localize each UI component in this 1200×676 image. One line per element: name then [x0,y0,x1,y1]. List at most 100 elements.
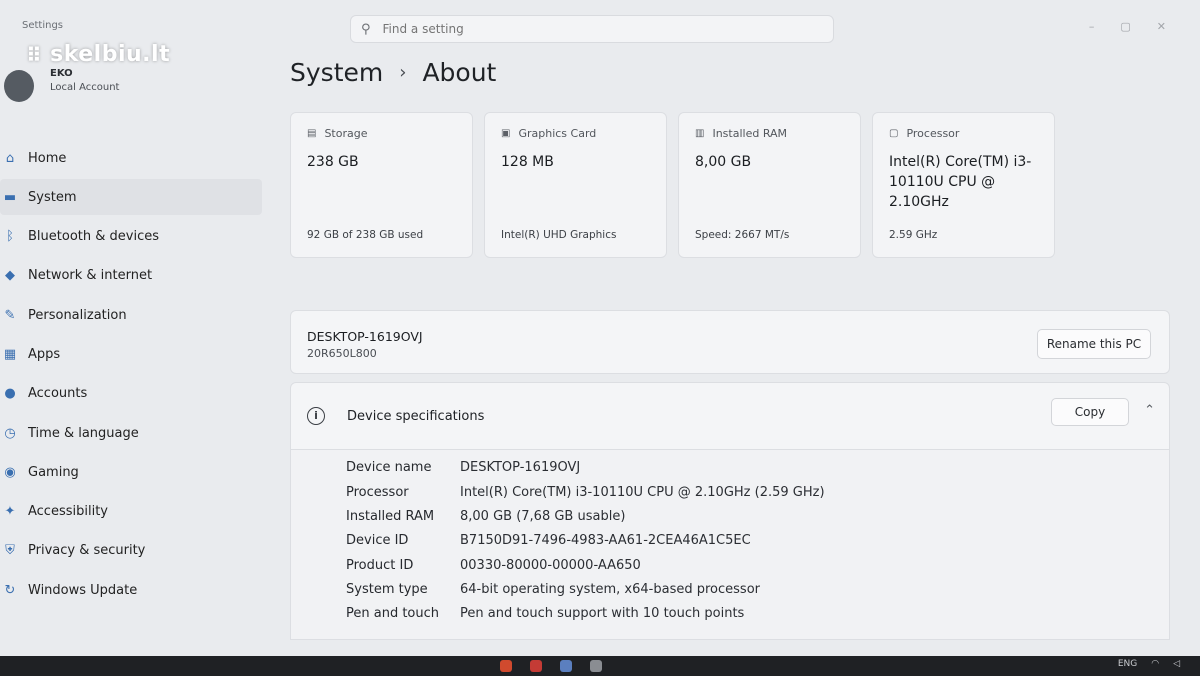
breadcrumb: System › About [290,58,496,87]
watermark-dots-icon: ⠿ [26,42,43,67]
search-icon: ⚲ [361,21,371,37]
card-label: Storage [324,127,368,140]
hardware-cards: ▤ Storage 238 GB 92 GB of 238 GB used ▣ Gr… [290,112,1055,258]
sidebar-item-network[interactable]: ◆ Network & internet [0,258,262,294]
system-tray: ENG ◠ ◁ [1118,659,1180,669]
sidebar-item-label: Windows Update [28,582,138,598]
pc-name-panel: DESKTOP-1619OVJ 20R650L800 Rename this P… [290,310,1170,374]
spec-value: DESKTOP-1619OVJ [460,460,581,475]
copy-button[interactable]: Copy [1051,398,1129,426]
sidebar-item-label: Privacy & security [28,543,146,559]
chevron-up-icon[interactable]: ⌃ [1144,403,1155,418]
spec-key: Processor [346,485,409,500]
sidebar-item-personalization[interactable]: ✎ Personalization [0,297,262,333]
device-specifications-header[interactable]: i Device specifications Copy ⌃ [290,382,1170,450]
pc-model: 20R650L800 [307,347,377,360]
taskbar-app-icon[interactable] [500,660,512,672]
taskbar-app-icon[interactable] [560,660,572,672]
sidebar-item-windows-update[interactable]: ↻ Windows Update [0,572,262,608]
spec-row: Pen and touch Pen and touch support with… [346,606,744,621]
sidebar-item-label: Time & language [28,425,139,441]
taskbar-apps [500,660,602,672]
rename-pc-button[interactable]: Rename this PC [1037,329,1151,359]
spec-row: Processor Intel(R) Core(TM) i3-10110U CP… [346,485,825,500]
card-detail: Speed: 2667 MT/s [695,229,790,241]
sidebar-item-accessibility[interactable]: ✦ Accessibility [0,494,262,530]
sidebar-item-gaming[interactable]: ◉ Gaming [0,454,262,490]
ram-card[interactable]: ▥ Installed RAM 8,00 GB Speed: 2667 MT/s [678,112,861,258]
search-box[interactable]: ⚲ [350,15,834,43]
watermark-logo: ⠿ skelbiu.lt [26,42,170,67]
storage-card[interactable]: ▤ Storage 238 GB 92 GB of 238 GB used [290,112,473,258]
update-icon: ↻ [4,582,16,598]
info-icon: i [307,407,325,425]
sidebar-item-system[interactable]: ▬ System [0,179,262,216]
network-tray-icon[interactable]: ◠ [1151,659,1159,669]
watermark-text: skelbiu.lt [50,42,171,67]
spec-key: Pen and touch [346,606,440,621]
brush-icon: ✎ [4,307,16,323]
avatar [4,70,34,102]
card-detail: Intel(R) UHD Graphics [501,229,617,241]
volume-tray-icon[interactable]: ◁ [1173,659,1180,669]
bluetooth-icon: ᛒ [6,229,14,245]
spec-row: Device name DESKTOP-1619OVJ [346,460,580,475]
sidebar-item-time-language[interactable]: ◷ Time & language [0,415,262,451]
sidebar-item-label: Apps [28,346,61,362]
spec-key: Product ID [346,558,414,573]
sidebar-item-label: Bluetooth & devices [28,229,159,245]
card-value: 8,00 GB [695,154,752,170]
page-title: About [422,58,497,87]
card-label: Installed RAM [712,127,788,140]
device-specifications-list: Device name DESKTOP-1619OVJ Processor In… [290,450,1170,640]
spec-row: Installed RAM 8,00 GB (7,68 GB usable) [346,509,625,524]
spec-value: B7150D91-7496-4983-AA61-2CEA46A1C5EC [460,533,751,548]
sidebar-item-apps[interactable]: ▦ Apps [0,336,262,372]
breadcrumb-parent[interactable]: System [290,58,383,87]
accounts-icon: ● [4,386,16,402]
app-title: Settings [22,20,64,31]
search-input[interactable] [380,21,785,37]
profile-account-type: Local Account [50,82,120,93]
title-bar: Settings ⠿ skelbiu.lt ⚲ – ▢ ✕ [0,0,1200,67]
processor-card[interactable]: ▢ Processor Intel(R) Core(TM) i3-10110U C… [872,112,1055,258]
card-value: 238 GB [307,154,359,170]
close-button[interactable]: ✕ [1157,20,1166,33]
sidebar-item-accounts[interactable]: ● Accounts [0,376,262,412]
pc-name: DESKTOP-1619OVJ [307,329,423,344]
shield-icon: ⛨ [5,543,15,559]
spec-value: 64-bit operating system, x64-based proce… [460,582,760,597]
sidebar-item-label: System [28,189,77,205]
sidebar-item-label: Accounts [28,386,88,402]
language-indicator[interactable]: ENG [1118,659,1137,669]
spec-value: Pen and touch support with 10 touch poin… [460,606,745,621]
window-controls: – ▢ ✕ [1089,20,1166,33]
storage-icon: ▤ [307,128,317,139]
sidebar-item-bluetooth[interactable]: ᛒ Bluetooth & devices [0,219,262,255]
card-label: Graphics Card [518,127,597,140]
taskbar-app-icon[interactable] [530,660,542,672]
home-icon: ⌂ [5,150,15,166]
spec-key: Device ID [346,533,409,548]
sidebar-item-privacy-security[interactable]: ⛨ Privacy & security [0,533,262,569]
sidebar-item-home[interactable]: ⌂ Home [0,140,262,176]
spec-value: 8,00 GB (7,68 GB usable) [460,509,626,524]
sidebar-item-label: Network & internet [28,268,153,284]
minimize-button[interactable]: – [1089,20,1095,33]
spec-row: System type 64-bit operating system, x64… [346,582,760,597]
graphics-card-icon: ▣ [501,128,511,139]
spec-value: Intel(R) Core(TM) i3-10110U CPU @ 2.10GH… [460,485,825,500]
card-value: Intel(R) Core(TM) i3-10110U CPU @ 2.10GH… [889,154,1032,210]
taskbar: ENG ◠ ◁ [0,656,1200,676]
graphics-card-card[interactable]: ▣ Graphics Card 128 MB Intel(R) UHD Graph… [484,112,667,258]
user-profile[interactable]: EKO Local Account [4,68,119,102]
system-icon: ▬ [3,189,17,205]
clock-icon: ◷ [4,425,16,441]
maximize-button[interactable]: ▢ [1120,20,1130,33]
sidebar-item-label: Gaming [28,464,79,480]
spec-key: System type [346,582,428,597]
spec-value: 00330-80000-00000-AA650 [460,558,641,573]
profile-name: EKO [50,68,73,79]
card-value: 128 MB [501,154,554,170]
settings-taskbar-icon[interactable] [590,660,602,672]
